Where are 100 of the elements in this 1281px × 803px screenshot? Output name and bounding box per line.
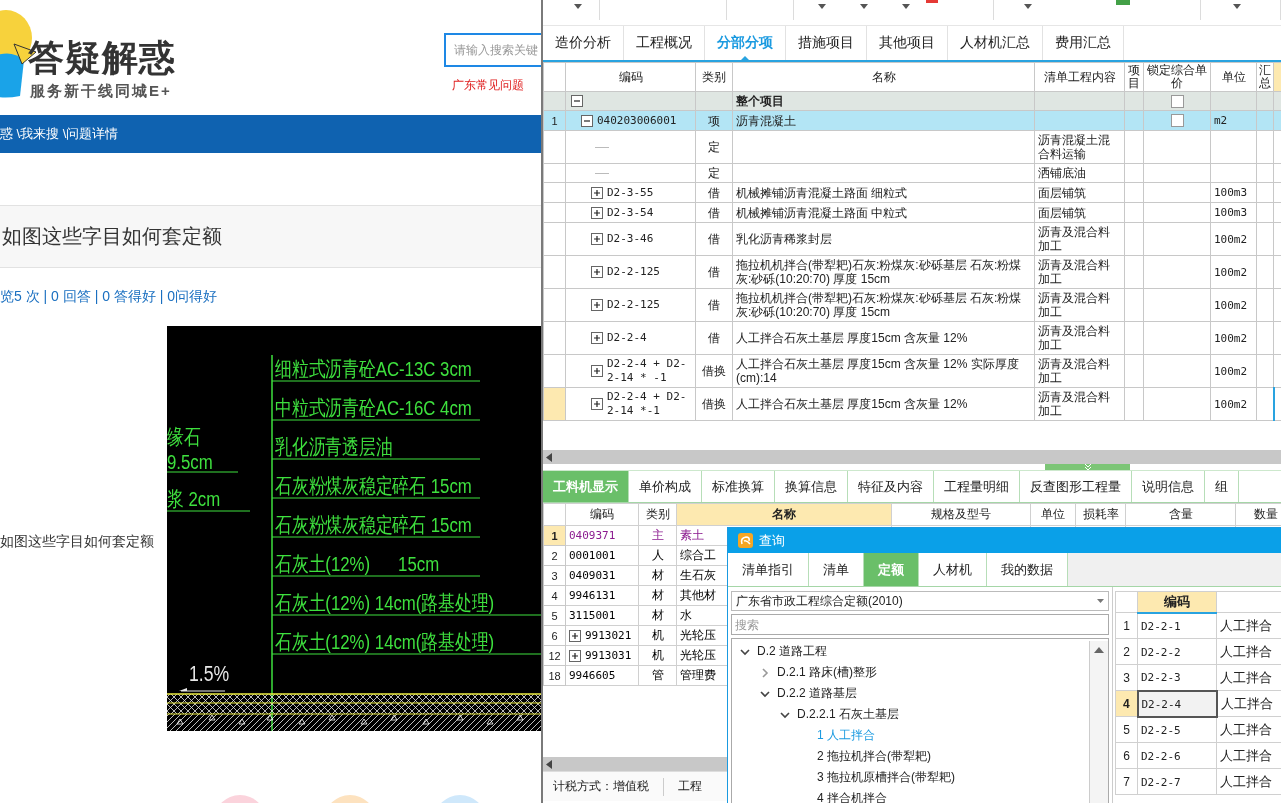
caret-icon[interactable]: [574, 4, 582, 9]
column-header[interactable]: 编码: [565, 503, 639, 526]
toolbar-icon[interactable]: [926, 0, 938, 4]
plus-box-icon[interactable]: [569, 629, 581, 642]
tree-item[interactable]: 3 拖拉机原槽拌合(带犁耙): [817, 769, 955, 786]
view-tab[interactable]: 人材机汇总: [948, 26, 1043, 60]
table-row[interactable]: 1 040203006001 项 沥青混凝土 m2: [543, 110, 1281, 131]
caret-icon[interactable]: [1024, 4, 1032, 9]
type-text: 机: [651, 628, 664, 642]
plus-box-icon[interactable]: [591, 332, 603, 344]
column-header[interactable]: 清单工程内容: [1034, 62, 1125, 92]
item-name: 人工拌合: [1220, 669, 1272, 685]
tree-item[interactable]: D.2.1 路床(槽)整形: [777, 664, 877, 681]
column-header[interactable]: 汇总: [1256, 62, 1274, 92]
tree-item[interactable]: 2 拖拉机拌合(带犁耙): [817, 748, 931, 765]
plus-box-icon[interactable]: [591, 266, 603, 278]
plus-box-icon[interactable]: [591, 398, 603, 410]
plus-box-icon[interactable]: [591, 299, 603, 311]
breadcrumb[interactable]: 惑 \我来搜 \问题详情: [0, 125, 119, 143]
plus-box-icon[interactable]: [591, 233, 603, 245]
column-header[interactable]: 规格及型号: [891, 503, 1031, 526]
plus-box-icon[interactable]: [569, 649, 581, 662]
table-row[interactable]: D2-3-55 借 机械摊铺沥青混凝土路面 细粒式 面层铺筑 100m3: [543, 182, 1281, 203]
plus-box-icon[interactable]: [591, 365, 603, 377]
column-header[interactable]: 锁定综合单价: [1143, 62, 1211, 92]
scroll-left-icon[interactable]: [546, 759, 552, 769]
hot-link[interactable]: 广东常见问题: [452, 77, 524, 94]
view-tab[interactable]: 其他项目: [867, 26, 948, 60]
unit-text: 100m2: [1214, 364, 1248, 378]
row-number: 3: [543, 565, 566, 586]
tree-item[interactable]: D.2 道路工程: [757, 643, 827, 660]
lock-checkbox[interactable]: [1170, 114, 1184, 127]
type-text: 借换: [702, 364, 726, 378]
column-header[interactable]: 类别: [695, 62, 733, 92]
view-tab[interactable]: 工程概况: [624, 26, 705, 60]
plus-box-icon[interactable]: [591, 186, 603, 199]
unit-text: 100m2: [1214, 298, 1248, 312]
view-tab[interactable]: 费用汇总: [1043, 26, 1124, 60]
item-name: 其他材: [680, 588, 716, 602]
dialog-tab[interactable]: 我的数据: [987, 553, 1068, 586]
minus-box-icon[interactable]: [571, 95, 583, 107]
column-header[interactable]: 损耗率: [1075, 503, 1126, 526]
table-row[interactable]: D2-3-46 借 乳化沥青稀浆封层 沥青及混合料加工 100m2: [543, 222, 1281, 256]
column-header[interactable]: 类别: [638, 503, 677, 526]
dialog-tab[interactable]: 清单: [809, 553, 864, 586]
horizontal-scrollbar[interactable]: [543, 450, 1281, 464]
row-number: 2: [1115, 638, 1138, 665]
scroll-left-icon[interactable]: [546, 452, 552, 462]
caret-icon[interactable]: [860, 4, 868, 9]
item-name: 人工拌合: [1220, 721, 1272, 737]
item-name: 拖拉机机拌合(带犁耙)石灰:粉煤灰:砂砾基层 石灰:粉煤灰:砂砾(10:20:70) 厚度 15cm: [736, 291, 1022, 319]
column-header[interactable]: 单位: [1030, 503, 1076, 526]
dialog-tab[interactable]: 人材机: [919, 553, 987, 586]
code-text: 9946605: [569, 669, 616, 682]
column-header[interactable]: 编码: [1137, 591, 1217, 613]
table-row[interactable]: D2-2-4 + D2-2-14 * -1 借换 人工拌合石灰土基层 厚度15cm 含灰量 12% 实际厚度(cm):14 沥青及混合料加工 100m2: [543, 354, 1281, 388]
item-name: 人工拌合: [1220, 643, 1272, 659]
scroll-up-icon[interactable]: [1094, 647, 1104, 653]
library-dropdown[interactable]: 广东省市政工程综合定额(2010): [731, 591, 1109, 611]
chevron-down-icon[interactable]: [780, 709, 790, 720]
table-row[interactable]: D2-2-4 + D2-2-14 *-1 借换 人工拌合石灰土基层 厚度15cm 含灰量 12% 沥青及混合料加工 100m2: [543, 387, 1281, 421]
column-header[interactable]: 数量: [1235, 503, 1281, 526]
chevron-down-icon[interactable]: [740, 646, 750, 657]
chevron-down-icon[interactable]: [760, 688, 770, 699]
item-name: 机械摊铺沥青混凝土路面 中粒式: [736, 205, 908, 220]
table-row[interactable]: D2-2-125 借 拖拉机机拌合(带犁耙)石灰:粉煤灰:砂砾基层 石灰:粉煤灰:砂砾(10:20:70) 厚度 15cm 沥青及混合料加工 100m2: [543, 255, 1281, 289]
tree-item[interactable]: 4 拌合机拌合: [817, 790, 887, 803]
dialog-tab[interactable]: 清单指引: [728, 553, 809, 586]
view-tab[interactable]: 措施项目: [786, 26, 867, 60]
item-name: 管理费: [680, 668, 716, 682]
item-name: 人工拌合石灰土基层 厚度15cm 含灰量 12%: [736, 397, 968, 411]
column-header[interactable]: 项目: [1124, 62, 1144, 92]
column-header[interactable]: 名称: [732, 62, 1035, 92]
minus-box-icon[interactable]: [581, 114, 593, 127]
lock-checkbox[interactable]: [1170, 94, 1184, 108]
table-row[interactable]: D2-3-54 借 机械摊铺沥青混凝土路面 中粒式 面层铺筑 100m3: [543, 202, 1281, 223]
table-row[interactable]: 定 沥青混凝土混合料运输: [543, 130, 1281, 164]
toolbar-icon[interactable]: [1116, 0, 1130, 6]
code-text: D2-2-4: [1141, 697, 1182, 711]
tree-item[interactable]: D.2.2.1 石灰土基层: [797, 706, 900, 723]
caret-icon[interactable]: [902, 4, 910, 9]
column-header[interactable]: 含量: [1125, 503, 1236, 526]
tree-item[interactable]: D.2.2 道路基层: [777, 685, 857, 702]
chevron-right-icon[interactable]: [760, 667, 770, 678]
row-number: 3: [1115, 664, 1138, 691]
column-header[interactable]: 编码: [565, 62, 696, 92]
plus-box-icon[interactable]: [591, 206, 603, 219]
item-name: 整个项目: [736, 94, 784, 108]
splitter-handle[interactable]: [1045, 464, 1130, 470]
table-row[interactable]: D2-2-125 借 拖拉机机拌合(带犁耙)石灰:粉煤灰:砂砾基层 石灰:粉煤灰:砂砾(10:20:70) 厚度 15cm 沥青及混合料加工 100m2: [543, 288, 1281, 322]
search-field[interactable]: 请输入搜索关键: [444, 33, 541, 67]
column-header[interactable]: 单位: [1210, 62, 1257, 92]
vertical-scrollbar[interactable]: [1089, 641, 1108, 803]
table-row[interactable]: D2-2-4 借 人工拌合石灰土基层 厚度15cm 含灰量 12% 沥青及混合料加工 100m2: [543, 321, 1281, 355]
app-logo-icon: [738, 533, 753, 548]
search-field[interactable]: 搜索: [731, 614, 1109, 635]
caret-icon[interactable]: [1233, 4, 1241, 9]
view-tab[interactable]: 造价分析: [543, 26, 624, 60]
caret-icon[interactable]: [818, 4, 826, 9]
column-header[interactable]: 名称: [676, 503, 892, 526]
